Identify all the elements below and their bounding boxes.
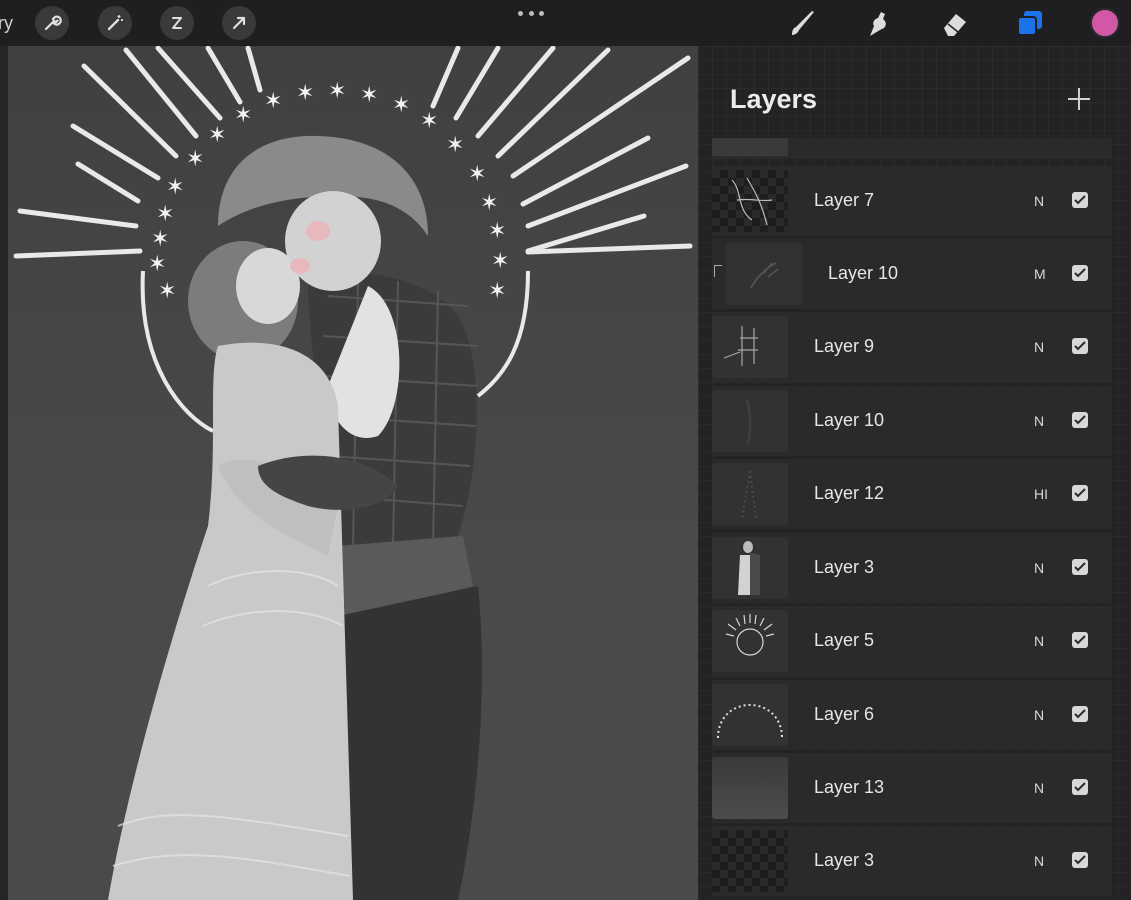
layer-name: Layer 12 bbox=[814, 483, 885, 503]
layer-thumbnail bbox=[712, 684, 788, 746]
layer-name: Layer 9 bbox=[814, 336, 875, 356]
layer-row-partial[interactable] bbox=[712, 138, 1112, 158]
svg-text:✶: ✶ bbox=[208, 122, 226, 147]
svg-text:✶: ✶ bbox=[264, 88, 282, 113]
layer-row[interactable]: Layer 10 N bbox=[712, 386, 1112, 456]
layer-row[interactable]: Layer 3 N bbox=[712, 826, 1112, 896]
eraser-icon[interactable] bbox=[938, 6, 972, 40]
visibility-checkbox[interactable] bbox=[1072, 706, 1088, 722]
layer-thumbnail bbox=[712, 830, 788, 892]
svg-text:✶: ✶ bbox=[148, 251, 166, 276]
selection-icon[interactable] bbox=[160, 6, 194, 40]
layer-name: Layer 3 bbox=[814, 850, 875, 870]
svg-text:✶: ✶ bbox=[420, 108, 438, 133]
visibility-checkbox[interactable] bbox=[1072, 779, 1088, 795]
layers-icon[interactable] bbox=[1013, 6, 1047, 40]
blend-mode-button[interactable]: N bbox=[1034, 339, 1044, 355]
panel-title: Layers bbox=[730, 84, 818, 114]
layer-thumbnail bbox=[726, 243, 802, 305]
svg-text:✶: ✶ bbox=[186, 146, 204, 171]
blend-mode-button[interactable]: N bbox=[1034, 780, 1044, 796]
layer-thumbnail bbox=[712, 537, 788, 599]
layer-name: Layer 7 bbox=[814, 190, 875, 210]
layer-row[interactable]: Layer 6 N bbox=[712, 680, 1112, 750]
artwork-canvas[interactable]: ✶ ✶ ✶ ✶ ✶ ✶ ✶ ✶ ✶ ✶ ✶ ✶ ✶ ✶ ✶ ✶ ✶ ✶ ✶ ✶ bbox=[8, 46, 698, 900]
layer-row[interactable]: Layer 10 M bbox=[712, 239, 1112, 309]
blend-mode-button[interactable]: N bbox=[1034, 707, 1044, 723]
blend-mode-button[interactable]: N bbox=[1034, 633, 1044, 649]
svg-text:✶: ✶ bbox=[328, 78, 346, 103]
layer-name: Layer 3 bbox=[814, 557, 875, 577]
top-toolbar: ry bbox=[0, 0, 1131, 46]
svg-text:✶: ✶ bbox=[296, 80, 314, 105]
layer-row[interactable]: Layer 3 N bbox=[712, 533, 1112, 603]
svg-text:✶: ✶ bbox=[488, 278, 506, 303]
magic-wand-icon[interactable] bbox=[98, 6, 132, 40]
layer-row[interactable]: Layer 9 N bbox=[712, 312, 1112, 382]
svg-text:✶: ✶ bbox=[156, 201, 174, 226]
svg-text:✶: ✶ bbox=[468, 161, 486, 186]
layer-name: Layer 6 bbox=[814, 704, 875, 724]
layer-row[interactable]: Layer 5 N bbox=[712, 606, 1112, 676]
blend-mode-button[interactable]: N bbox=[1034, 560, 1044, 576]
layer-thumbnail bbox=[712, 610, 788, 672]
gallery-button[interactable]: ry bbox=[0, 13, 13, 34]
layer-name: Layer 13 bbox=[814, 777, 885, 797]
visibility-checkbox[interactable] bbox=[1072, 265, 1088, 281]
svg-text:✶: ✶ bbox=[234, 102, 252, 127]
svg-text:✶: ✶ bbox=[446, 132, 464, 157]
layer-name: Layer 10 bbox=[828, 263, 899, 283]
svg-text:✶: ✶ bbox=[151, 226, 169, 251]
wrench-icon[interactable] bbox=[35, 6, 69, 40]
visibility-checkbox[interactable] bbox=[1072, 852, 1088, 868]
svg-text:✶: ✶ bbox=[166, 174, 184, 199]
blend-mode-button[interactable]: M bbox=[1034, 266, 1046, 282]
svg-text:✶: ✶ bbox=[360, 82, 378, 107]
svg-text:✶: ✶ bbox=[488, 218, 506, 243]
layer-thumbnail bbox=[712, 757, 788, 819]
layer-row[interactable]: Layer 13 N bbox=[712, 753, 1112, 823]
svg-text:✶: ✶ bbox=[480, 190, 498, 215]
layer-name: Layer 10 bbox=[814, 410, 885, 430]
blend-mode-button[interactable]: N bbox=[1034, 413, 1044, 429]
clipping-mask-icon bbox=[714, 265, 722, 277]
svg-text:✶: ✶ bbox=[392, 92, 410, 117]
svg-text:✶: ✶ bbox=[158, 278, 176, 303]
transform-arrow-icon[interactable] bbox=[222, 6, 256, 40]
brush-icon[interactable] bbox=[786, 6, 820, 40]
visibility-checkbox[interactable] bbox=[1072, 485, 1088, 501]
layer-name: Layer 5 bbox=[814, 630, 875, 650]
layer-row[interactable]: Layer 7 N bbox=[712, 166, 1112, 236]
artwork-illustration: ✶ ✶ ✶ ✶ ✶ ✶ ✶ ✶ ✶ ✶ ✶ ✶ ✶ ✶ ✶ ✶ ✶ ✶ ✶ ✶ bbox=[13, 46, 693, 900]
color-picker-swatch[interactable] bbox=[1090, 8, 1120, 38]
layer-thumbnail bbox=[712, 316, 788, 378]
layer-row[interactable]: Layer 12 HI bbox=[712, 459, 1112, 529]
layer-thumbnail bbox=[712, 170, 788, 232]
layer-thumbnail bbox=[712, 390, 788, 452]
smudge-icon[interactable] bbox=[862, 6, 896, 40]
visibility-checkbox[interactable] bbox=[1072, 559, 1088, 575]
add-layer-icon[interactable] bbox=[1068, 88, 1090, 110]
visibility-checkbox[interactable] bbox=[1072, 338, 1088, 354]
layers-panel: Layers Layer 7 N Layer 10 M Layer 9 N La… bbox=[698, 46, 1131, 900]
visibility-checkbox[interactable] bbox=[1072, 192, 1088, 208]
visibility-checkbox[interactable] bbox=[1072, 412, 1088, 428]
more-options-icon[interactable] bbox=[518, 8, 544, 18]
layer-thumbnail bbox=[712, 463, 788, 525]
svg-text:✶: ✶ bbox=[491, 248, 509, 273]
visibility-checkbox[interactable] bbox=[1072, 632, 1088, 648]
blend-mode-button[interactable]: N bbox=[1034, 193, 1044, 209]
blend-mode-button[interactable]: HI bbox=[1034, 486, 1048, 502]
blend-mode-button[interactable]: N bbox=[1034, 853, 1044, 869]
